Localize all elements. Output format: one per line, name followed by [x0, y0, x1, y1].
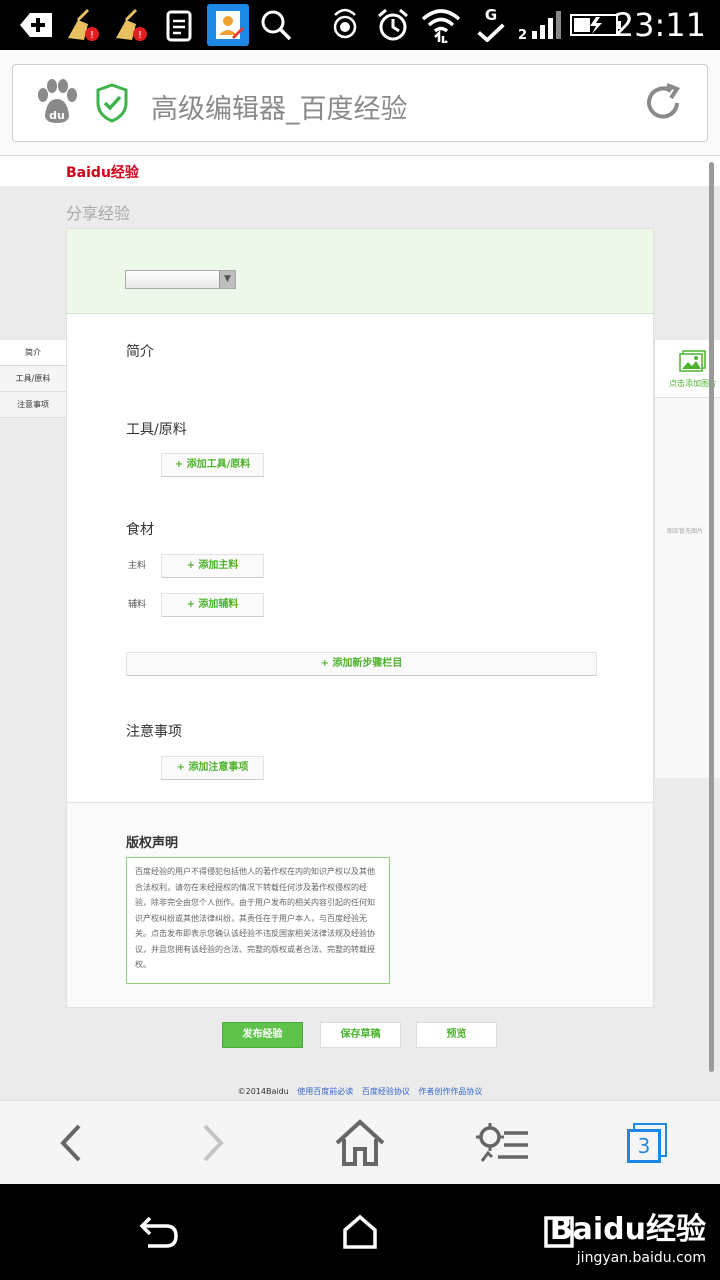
main-ingredient-label: 主料: [128, 561, 147, 571]
section-intro-heading: 简介: [126, 344, 154, 360]
add-step-section-button[interactable]: + 添加新步骤栏目: [126, 652, 597, 676]
footer-link-agreement[interactable]: 百度经验协议: [362, 1087, 410, 1096]
svg-text:!: !: [90, 30, 94, 41]
watermark-brand: Baidu经验: [549, 1212, 706, 1247]
tab-count: 3: [627, 1129, 661, 1163]
search-icon: [258, 8, 294, 42]
page-scrollbar[interactable]: [709, 162, 714, 1072]
tabs-icon[interactable]: 3: [618, 1115, 678, 1171]
site-header: Baidu经验: [0, 156, 720, 186]
category-header: ▼: [67, 229, 653, 314]
baidu-jingyan-watermark: Baidu经验 jingyan.baidu.com: [550, 1204, 706, 1266]
aux-ingredient-label: 辅料: [128, 600, 147, 610]
status-bar: ! ! G 2 23:11: [0, 0, 720, 50]
system-back-icon[interactable]: [138, 1214, 180, 1250]
svg-text:du: du: [49, 109, 65, 122]
left-section-nav: 简介 工具/原料 注意事项: [0, 340, 66, 418]
footer-link-author[interactable]: 作者创作作品协议: [418, 1087, 482, 1096]
copyright-text-box: 百度经验的用户不得侵犯包括他人的著作权在内的知识产权以及其他合法权利，请勿在未经…: [126, 857, 390, 984]
nav-item-notes[interactable]: 注意事项: [0, 392, 66, 418]
home-icon[interactable]: [330, 1115, 390, 1171]
add-notes-button[interactable]: + 添加注意事项: [161, 756, 264, 780]
system-navigation-bar: Baidu经验 jingyan.baidu.com: [0, 1184, 720, 1280]
clipboard-icon: [162, 8, 196, 42]
footer-link-terms[interactable]: 使用百度前必读: [297, 1087, 353, 1096]
image-icon: [679, 350, 707, 372]
signal-icon: 2: [518, 8, 564, 42]
add-app-icon: [18, 8, 54, 42]
menu-icon[interactable]: [472, 1115, 532, 1171]
network-type-label: G: [484, 6, 498, 24]
section-notes-heading: 注意事项: [126, 724, 182, 740]
svg-text:2: 2: [518, 28, 527, 41]
forward-icon[interactable]: [184, 1115, 244, 1171]
secure-shield-icon: [95, 83, 129, 123]
section-tools-heading: 工具/原料: [126, 422, 187, 438]
page-title: 分享经验: [66, 204, 131, 223]
editor-card: ▼ 简介 工具/原料 + 添加工具/原料 食材 主料 + 添加主料 辅料 + 添…: [66, 228, 654, 1008]
hotspot-icon: [326, 8, 364, 42]
system-home-icon[interactable]: [342, 1214, 378, 1250]
save-draft-button[interactable]: 保存草稿: [320, 1022, 401, 1048]
status-clock: 23:11: [613, 6, 706, 44]
preview-button[interactable]: 预览: [416, 1022, 497, 1048]
dropdown-arrow-icon: ▼: [219, 271, 235, 288]
back-icon[interactable]: [40, 1115, 100, 1171]
copyright-heading: 版权声明: [126, 836, 179, 851]
empty-library-text: 图库暂无图片: [667, 528, 704, 535]
baidu-paw-icon: du: [31, 77, 83, 129]
category-select[interactable]: ▼: [125, 270, 236, 289]
nav-item-intro[interactable]: 简介: [0, 340, 66, 366]
add-aux-ingredient-button[interactable]: + 添加辅料: [161, 593, 264, 617]
add-main-ingredient-button[interactable]: + 添加主料: [161, 554, 264, 578]
cleaner-icon: !: [64, 8, 102, 42]
watermark-url: jingyan.baidu.com: [576, 1250, 706, 1266]
nav-item-tools[interactable]: 工具/原料: [0, 366, 66, 392]
browser-address-bar: du 高级编辑器_百度经验: [0, 50, 720, 156]
web-page: Baidu经验 分享经验 简介 工具/原料 注意事项 点击添加图片 图库暂无图片…: [0, 156, 720, 1100]
site-footer: ©2014Baidu 使用百度前必读 百度经验协议 作者创作作品协议: [0, 1086, 720, 1097]
wifi-icon: [420, 8, 462, 43]
contacts-app-icon: [207, 4, 249, 46]
footer-copyright: ©2014Baidu: [237, 1087, 289, 1096]
cleaner-icon: !: [112, 8, 150, 42]
check-icon: G: [472, 8, 510, 42]
section-ingredients-heading: 食材: [126, 522, 154, 538]
alarm-icon: [374, 8, 412, 42]
baidu-jingyan-logo[interactable]: Baidu经验: [66, 162, 139, 182]
add-tools-button[interactable]: + 添加工具/原料: [161, 453, 264, 477]
page-title-in-urlbar: 高级编辑器_百度经验: [151, 94, 408, 125]
publish-button[interactable]: 发布经验: [222, 1022, 303, 1048]
phone-screen: ! ! G 2 23:11 du 高级编辑器_百度经验 Baidu经验 分享经验…: [0, 0, 720, 1280]
browser-toolbar: 3: [0, 1100, 720, 1184]
url-field[interactable]: du 高级编辑器_百度经验: [12, 64, 708, 142]
svg-text:!: !: [138, 30, 142, 41]
refresh-icon[interactable]: [641, 81, 685, 125]
